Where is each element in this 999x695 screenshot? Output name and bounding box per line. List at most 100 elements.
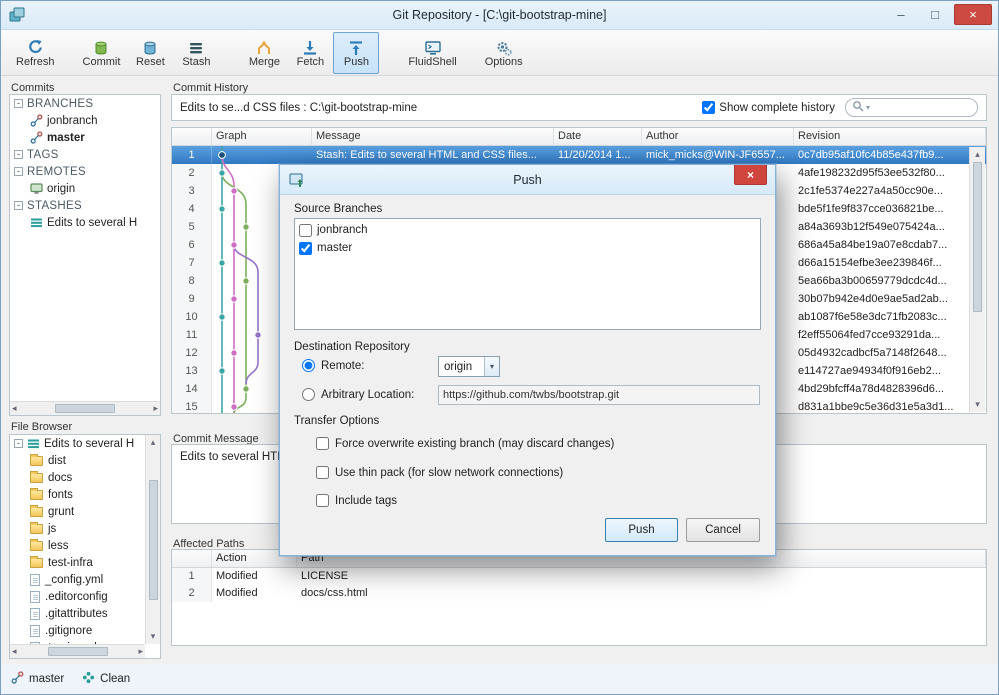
horizontal-scrollbar[interactable]: ◂ ▸ bbox=[10, 644, 145, 658]
branch-option-jonbranch[interactable]: jonbranch bbox=[297, 221, 758, 239]
remote-radio[interactable] bbox=[302, 359, 315, 372]
scrollbar-thumb[interactable] bbox=[973, 162, 982, 312]
toolbar-button-push[interactable]: Push bbox=[333, 31, 380, 74]
maximize-button[interactable]: □ bbox=[920, 4, 950, 25]
file-browser-panel: - Edits to several H dist docs fonts gru… bbox=[9, 434, 161, 659]
toolbar-button-reset[interactable]: Reset bbox=[127, 32, 173, 74]
folder-item[interactable]: dist bbox=[10, 452, 160, 469]
column-header-revision[interactable]: Revision bbox=[794, 128, 986, 145]
file-item[interactable]: .gitignore bbox=[10, 622, 160, 639]
toolbar-button-stash[interactable]: Stash bbox=[173, 32, 219, 74]
commits-panel-title: Commits bbox=[11, 82, 55, 94]
collapse-icon[interactable]: - bbox=[14, 201, 23, 210]
toolbar-button-merge[interactable]: Merge bbox=[241, 32, 287, 74]
tree-item-jonbranch[interactable]: jonbranch bbox=[10, 112, 160, 129]
folder-item[interactable]: grunt bbox=[10, 503, 160, 520]
scroll-down-arrow[interactable]: ▾ bbox=[975, 399, 980, 410]
branch-checkbox[interactable] bbox=[299, 241, 312, 255]
column-header-num[interactable] bbox=[172, 128, 212, 145]
thin-pack-option[interactable]: Use thin pack (for slow network connecti… bbox=[316, 466, 563, 479]
folder-item[interactable]: docs bbox=[10, 469, 160, 486]
folder-item[interactable]: fonts bbox=[10, 486, 160, 503]
file-item[interactable]: .gitattributes bbox=[10, 605, 160, 622]
tree-group-branches[interactable]: - BRANCHES bbox=[10, 95, 160, 112]
collapse-icon[interactable]: - bbox=[14, 150, 23, 159]
current-branch[interactable]: master bbox=[11, 671, 64, 687]
scroll-down-arrow[interactable]: ▾ bbox=[151, 631, 156, 642]
column-header-graph[interactable]: Graph bbox=[212, 128, 312, 145]
dialog-close-button[interactable]: × bbox=[734, 165, 767, 185]
remote-select[interactable]: origin ▾ bbox=[438, 356, 500, 377]
vertical-scrollbar[interactable]: ▴ ▾ bbox=[145, 435, 160, 644]
tree-group-remotes[interactable]: - REMOTES bbox=[10, 163, 160, 180]
toolbar-button-options[interactable]: Options bbox=[478, 32, 530, 74]
collapse-icon[interactable]: - bbox=[14, 439, 23, 448]
scrollbar-thumb[interactable] bbox=[47, 647, 108, 656]
column-header-date[interactable]: Date bbox=[554, 128, 642, 145]
arbitrary-location-input[interactable] bbox=[438, 385, 760, 405]
include-tags-option[interactable]: Include tags bbox=[316, 494, 397, 507]
toolbar-button-fetch[interactable]: Fetch bbox=[287, 32, 333, 74]
column-header-author[interactable]: Author bbox=[642, 128, 794, 145]
chevron-down-icon[interactable]: ▾ bbox=[866, 103, 870, 112]
transfer-options-label: Transfer Options bbox=[294, 415, 380, 427]
stash-icon bbox=[27, 437, 40, 450]
force-overwrite-option[interactable]: Force overwrite existing branch (may dis… bbox=[316, 437, 614, 450]
folder-item[interactable]: js bbox=[10, 520, 160, 537]
scroll-left-arrow[interactable]: ◂ bbox=[12, 646, 17, 657]
arbitrary-location-radio[interactable] bbox=[302, 388, 315, 401]
cancel-button[interactable]: Cancel bbox=[686, 518, 760, 542]
vertical-scrollbar[interactable]: ▴ ▾ bbox=[969, 147, 985, 412]
push-button[interactable]: Push bbox=[605, 518, 678, 542]
scroll-right-arrow[interactable]: ▸ bbox=[138, 646, 143, 657]
remote-radio-row[interactable]: Remote: bbox=[302, 359, 364, 372]
table-header: Graph Message Date Author Revision bbox=[172, 128, 986, 146]
toolbar-button-fluidshell[interactable]: FluidShell bbox=[401, 32, 463, 74]
collapse-icon[interactable]: - bbox=[14, 167, 23, 176]
scrollbar-thumb[interactable] bbox=[55, 404, 115, 413]
show-complete-history-checkbox[interactable] bbox=[702, 101, 716, 114]
scroll-right-arrow[interactable]: ▸ bbox=[153, 403, 158, 414]
close-button[interactable]: × bbox=[954, 4, 992, 25]
file-item[interactable]: .editorconfig bbox=[10, 588, 160, 605]
scrollbar-thumb[interactable] bbox=[148, 479, 158, 600]
history-search[interactable]: ▾ bbox=[845, 98, 978, 117]
arbitrary-radio-row[interactable]: Arbitrary Location: bbox=[302, 388, 414, 401]
scroll-left-arrow[interactable]: ◂ bbox=[12, 403, 17, 414]
branch-name: master bbox=[29, 673, 65, 685]
branch-option-master[interactable]: master bbox=[297, 239, 758, 257]
file-item[interactable]: _config.yml bbox=[10, 571, 160, 588]
commit-row[interactable]: 1 Stash: Edits to several HTML and CSS f… bbox=[172, 146, 986, 164]
tree-item-origin[interactable]: origin bbox=[10, 180, 160, 197]
tree-item-master[interactable]: master bbox=[10, 129, 160, 146]
collapse-icon[interactable]: - bbox=[14, 99, 23, 108]
tree-group-stashes[interactable]: - STASHES bbox=[10, 197, 160, 214]
toolbar-label: FluidShell bbox=[408, 56, 457, 68]
tree-group-tags[interactable]: - TAGS bbox=[10, 146, 160, 163]
affected-path-row[interactable]: 1 Modified LICENSE bbox=[172, 568, 986, 585]
tree-item-label: master bbox=[47, 131, 85, 144]
force-overwrite-checkbox[interactable] bbox=[316, 437, 329, 450]
toolbar-label: Merge bbox=[248, 56, 281, 68]
folder-item[interactable]: test-infra bbox=[10, 554, 160, 571]
search-input[interactable] bbox=[872, 101, 958, 114]
include-tags-checkbox[interactable] bbox=[316, 494, 329, 507]
folder-item[interactable]: less bbox=[10, 537, 160, 554]
toolbar-label: Commit bbox=[82, 56, 121, 68]
file-tree-root[interactable]: - Edits to several H bbox=[10, 435, 160, 452]
show-complete-history[interactable]: Show complete history bbox=[702, 101, 835, 114]
affected-path-row[interactable]: 2 Modified docs/css.html bbox=[172, 585, 986, 602]
toolbar: Refresh Commit Reset Stash Merge Fetch P… bbox=[1, 30, 998, 76]
branch-checkbox[interactable] bbox=[299, 223, 312, 237]
column-header-num[interactable] bbox=[172, 550, 212, 567]
scroll-up-arrow[interactable]: ▴ bbox=[975, 149, 980, 160]
horizontal-scrollbar[interactable]: ◂ ▸ bbox=[10, 401, 160, 415]
tree-item-label: jonbranch bbox=[47, 114, 98, 127]
tree-item-stash[interactable]: Edits to several H bbox=[10, 214, 160, 231]
minimize-button[interactable]: – bbox=[886, 4, 916, 25]
scroll-up-arrow[interactable]: ▴ bbox=[151, 437, 156, 448]
toolbar-button-commit[interactable]: Commit bbox=[76, 32, 128, 74]
column-header-message[interactable]: Message bbox=[312, 128, 554, 145]
toolbar-button-refresh[interactable]: Refresh bbox=[9, 32, 62, 74]
thin-pack-checkbox[interactable] bbox=[316, 466, 329, 479]
